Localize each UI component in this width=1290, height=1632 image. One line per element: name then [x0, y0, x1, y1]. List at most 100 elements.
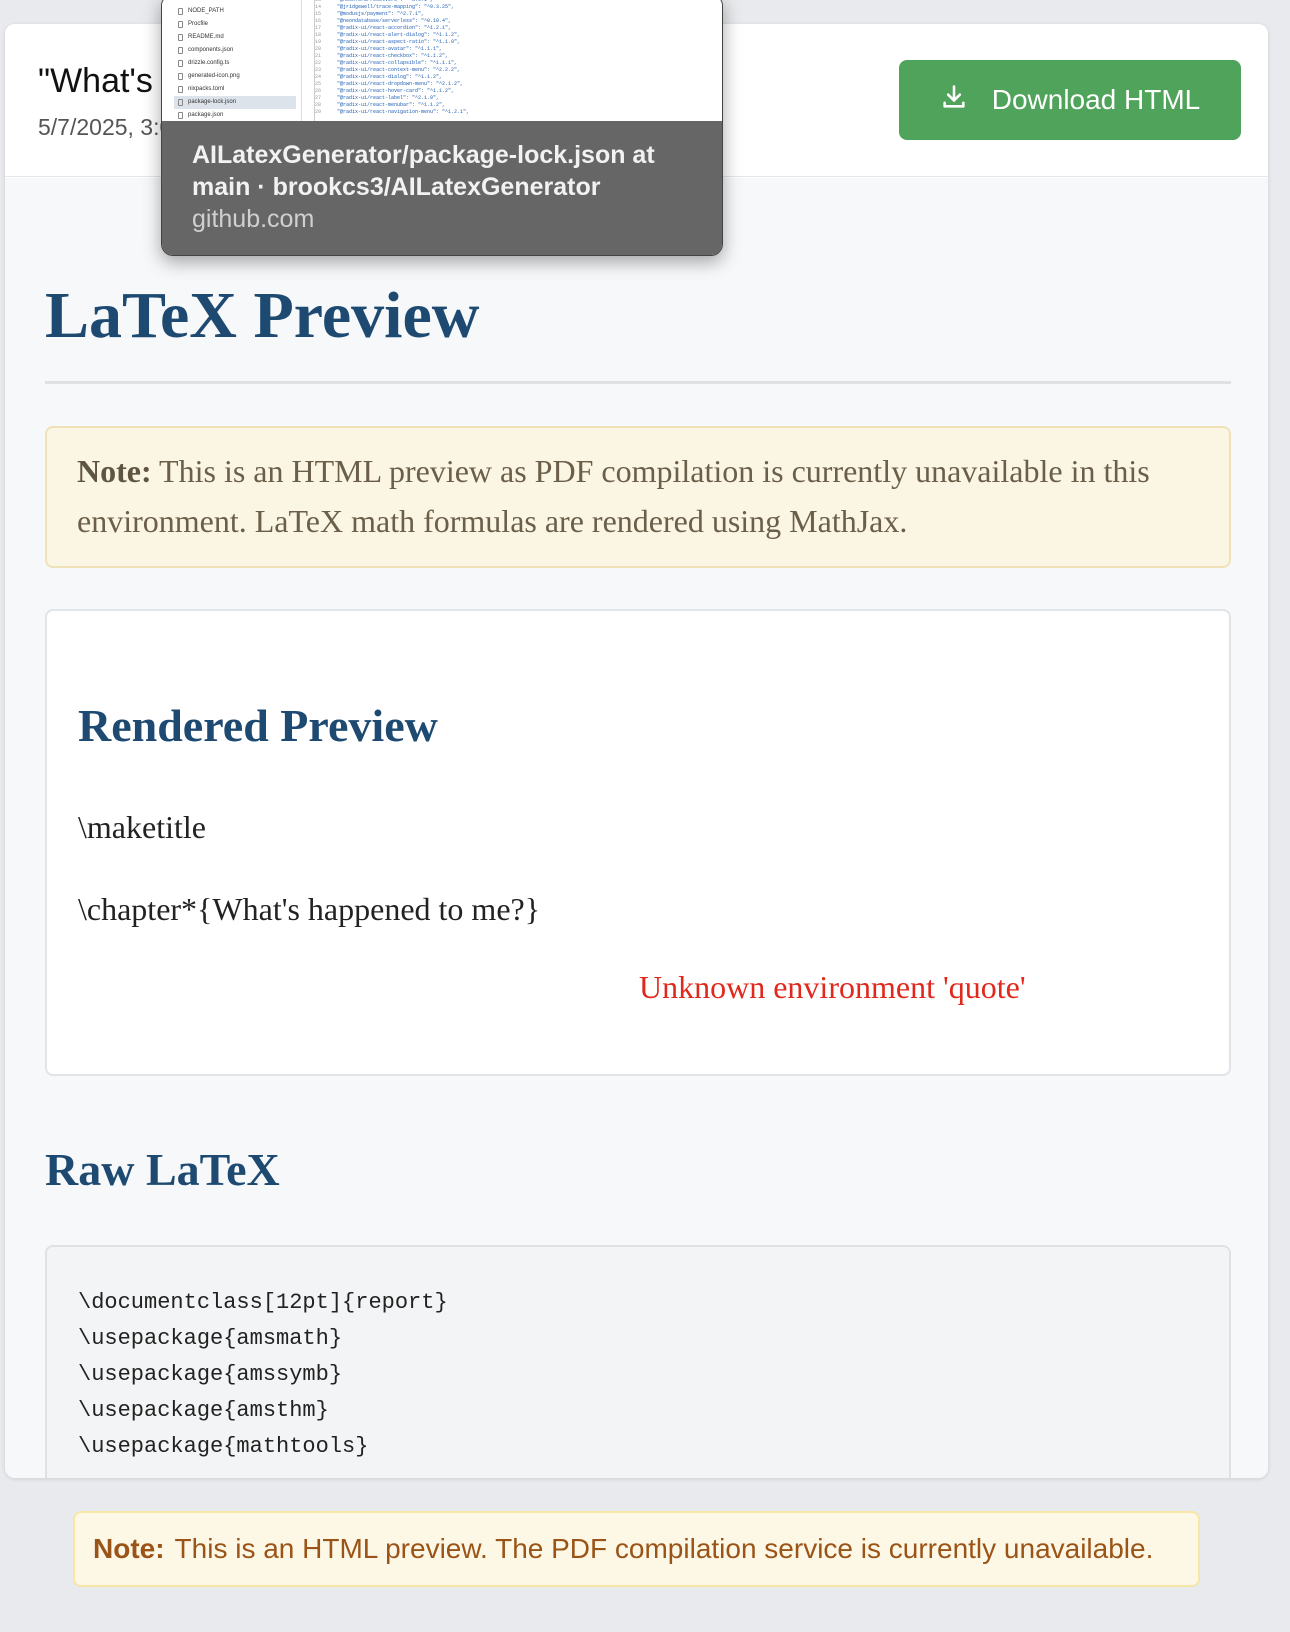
download-label: Download HTML	[991, 84, 1201, 115]
thumbnail-code-line: 27 "@radix-ui/react-label": "^2.1.0",	[315, 95, 714, 102]
thumbnail-code-line: 16 "@neondatabase/serverless": "^0.10.4",	[315, 18, 714, 25]
line-number: 27	[315, 95, 322, 101]
code-text: "@radix-ui/react-menubar": "^1.1.2",	[337, 102, 446, 108]
code-text: "@radix-ui/react-collapsible": "^1.1.1",	[337, 60, 458, 66]
thumbnail-file-item: NODE_PATH	[178, 5, 301, 18]
thumbnail-file-name: NODE_PATH	[188, 8, 224, 14]
thumbnail-file-item: Procfile	[178, 18, 301, 31]
thumbnail-code-line: 22 "@radix-ui/react-collapsible": "^1.1.1…	[315, 60, 714, 67]
download-html-button[interactable]: Download HTML	[899, 60, 1241, 140]
code-text: "@radix-ui/react-label": "^2.1.0",	[337, 95, 440, 101]
code-text: "@radix-ui/react-alert-dialog": "^1.1.2"…	[337, 32, 461, 38]
code-text: "@radix-ui/react-dialog": "^1.1.2",	[337, 74, 443, 80]
code-text: "@radix-ui/react-aspect-ratio": "^1.1.0"…	[337, 39, 461, 45]
link-preview-popup[interactable]: NODE_PATH Procfile README.md components.jso…	[161, 0, 723, 256]
file-icon	[178, 21, 183, 28]
code-text: "@radix-ui/react-avatar": "^1.1.1",	[337, 46, 443, 52]
thumbnail-file-name: nixpacks.toml	[188, 86, 225, 92]
thumbnail-file-name: package.json	[188, 112, 224, 118]
code-line: \usepackage{amsthm}	[78, 1398, 329, 1423]
thumbnail-code-line: 24 "@radix-ui/react-dialog": "^1.1.2",	[315, 74, 714, 81]
pdf-unavailable-note: Note: This is an HTML preview. The PDF c…	[73, 1511, 1200, 1587]
file-icon	[178, 86, 183, 93]
rendered-preview-heading: Rendered Preview	[78, 700, 438, 751]
code-text: "@jridgewell/trace-mapping": "^0.3.25",	[337, 4, 455, 10]
thumbnail-code-line: 25 "@radix-ui/react-dropdown-menu": "^2.1…	[315, 81, 714, 88]
code-line: \documentclass[12pt]{report}	[78, 1290, 448, 1315]
note-label: Note:	[77, 453, 152, 489]
code-text: "@radix-ui/react-context-menu": "^2.2.2"…	[337, 67, 461, 73]
code-text: "@radix-ui/react-dropdown-menu": "^2.1.2…	[337, 81, 464, 87]
rendered-chapter: \chapter*{What's happened to me?}	[78, 891, 541, 927]
file-icon	[178, 99, 183, 106]
download-icon	[940, 83, 968, 118]
mathjax-note: Note: This is an HTML preview as PDF com…	[45, 426, 1231, 568]
code-line: \usepackage{amssymb}	[78, 1362, 343, 1387]
code-line: \usepackage{amsmath}	[78, 1326, 343, 1351]
code-text: "@radix-ui/react-navigation-menu": "^1.2…	[337, 109, 470, 115]
code-line: \usepackage{mathtools}	[78, 1434, 369, 1459]
link-preview-title-line2: main · brookcs3/AILatexGenerator	[192, 173, 601, 201]
bottom-note-text: This is an HTML preview. The PDF compila…	[174, 1533, 1154, 1564]
line-number: 28	[315, 102, 322, 108]
thumbnail-file-item: components.json	[178, 44, 301, 57]
preview-content: LaTeX Preview Note: This is an HTML prev…	[5, 178, 1268, 1478]
heading-divider	[45, 381, 1231, 384]
thumbnail-file-name: drizzle.config.ts	[188, 60, 230, 66]
line-number: 22	[315, 60, 322, 66]
thumbnail-code-line: 18 "@radix-ui/react-alert-dialog": "^1.1.…	[315, 32, 714, 39]
thumbnail-file-name: Procfile	[188, 21, 209, 27]
thumbnail-file-item: package-lock.json	[174, 96, 296, 109]
thumbnail-file-item: generated-icon.png	[178, 70, 301, 83]
thumbnail-file-item: drizzle.config.ts	[178, 57, 301, 70]
thumbnail-code-line: 21 "@radix-ui/react-checkbox": "^1.1.2",	[315, 53, 714, 60]
code-text: "@radix-ui/react-accordion": "^1.2.1",	[337, 25, 452, 31]
line-number: 23	[315, 67, 322, 73]
code-text: "@modusjs/payment": "^2.7.1",	[337, 11, 425, 17]
thumbnail-file-item: package.json	[178, 109, 301, 121]
thumbnail-code-line: 17 "@radix-ui/react-accordion": "^1.2.1",	[315, 25, 714, 32]
rendered-maketitle: \maketitle	[78, 809, 206, 845]
code-text: "@radix-ui/react-checkbox": "^1.1.2",	[337, 53, 449, 59]
thumbnail-code-line: 20 "@radix-ui/react-avatar": "^1.1.1",	[315, 46, 714, 53]
thumbnail-file-name: generated-icon.png	[188, 73, 240, 79]
thumbnail-code-line: 14 "@jridgewell/trace-mapping": "^0.3.25"…	[315, 4, 714, 11]
file-icon	[178, 8, 183, 15]
line-number: 21	[315, 53, 322, 59]
line-number: 18	[315, 32, 322, 38]
file-icon	[178, 73, 183, 80]
raw-latex-code[interactable]: \documentclass[12pt]{report} \usepackage…	[45, 1245, 1231, 1478]
line-number: 26	[315, 88, 322, 94]
thumbnail-code-line: 23 "@radix-ui/react-context-menu": "^2.2.…	[315, 67, 714, 74]
line-number: 19	[315, 39, 322, 45]
note-text: This is an HTML preview as PDF compilati…	[77, 453, 1150, 539]
line-number: 25	[315, 81, 322, 87]
thumbnail-file-name: package-lock.json	[188, 99, 237, 105]
thumbnail-file-item: nixpacks.toml	[178, 83, 301, 96]
rendered-preview-box: Rendered Preview \maketitle \chapter*{Wh…	[45, 609, 1231, 1076]
page-title: LaTeX Preview	[45, 279, 480, 352]
bottom-note-label: Note:	[93, 1533, 165, 1564]
thumbnail-file-name: components.json	[188, 47, 234, 53]
thumbnail-code-line: 28 "@radix-ui/react-menubar": "^1.1.2",	[315, 102, 714, 109]
file-icon	[178, 34, 183, 41]
line-number: 20	[315, 46, 322, 52]
line-number: 17	[315, 25, 322, 31]
thumbnail-code: 13 "@hookform/resolvers": "^3.9.1", 14 "@jr…	[314, 0, 714, 121]
line-number: 24	[315, 74, 322, 80]
thumbnail-code-line: 26 "@radix-ui/react-hover-card": "^1.1.2"…	[315, 88, 714, 95]
link-preview-thumbnail: NODE_PATH Procfile README.md components.jso…	[162, 0, 722, 121]
thumbnail-code-line: 15 "@modusjs/payment": "^2.7.1",	[315, 11, 714, 18]
thumbnail-file-name: README.md	[188, 34, 224, 40]
thumbnail-code-line: 29 "@radix-ui/react-navigation-menu": "^1…	[315, 109, 714, 116]
thumbnail-code-line: 19 "@radix-ui/react-aspect-ratio": "^1.1.…	[315, 39, 714, 46]
thumbnail-file-tree: NODE_PATH Procfile README.md components.jso…	[162, 0, 302, 121]
line-number: 16	[315, 18, 322, 24]
link-preview-domain: github.com	[192, 205, 315, 233]
code-text: "@neondatabase/serverless": "^0.10.4",	[337, 18, 452, 24]
file-icon	[178, 112, 183, 119]
line-number: 14	[315, 4, 322, 10]
line-number: 15	[315, 11, 322, 17]
link-preview-footer: AILatexGenerator/package-lock.json at ma…	[162, 121, 722, 255]
file-icon	[178, 47, 183, 54]
